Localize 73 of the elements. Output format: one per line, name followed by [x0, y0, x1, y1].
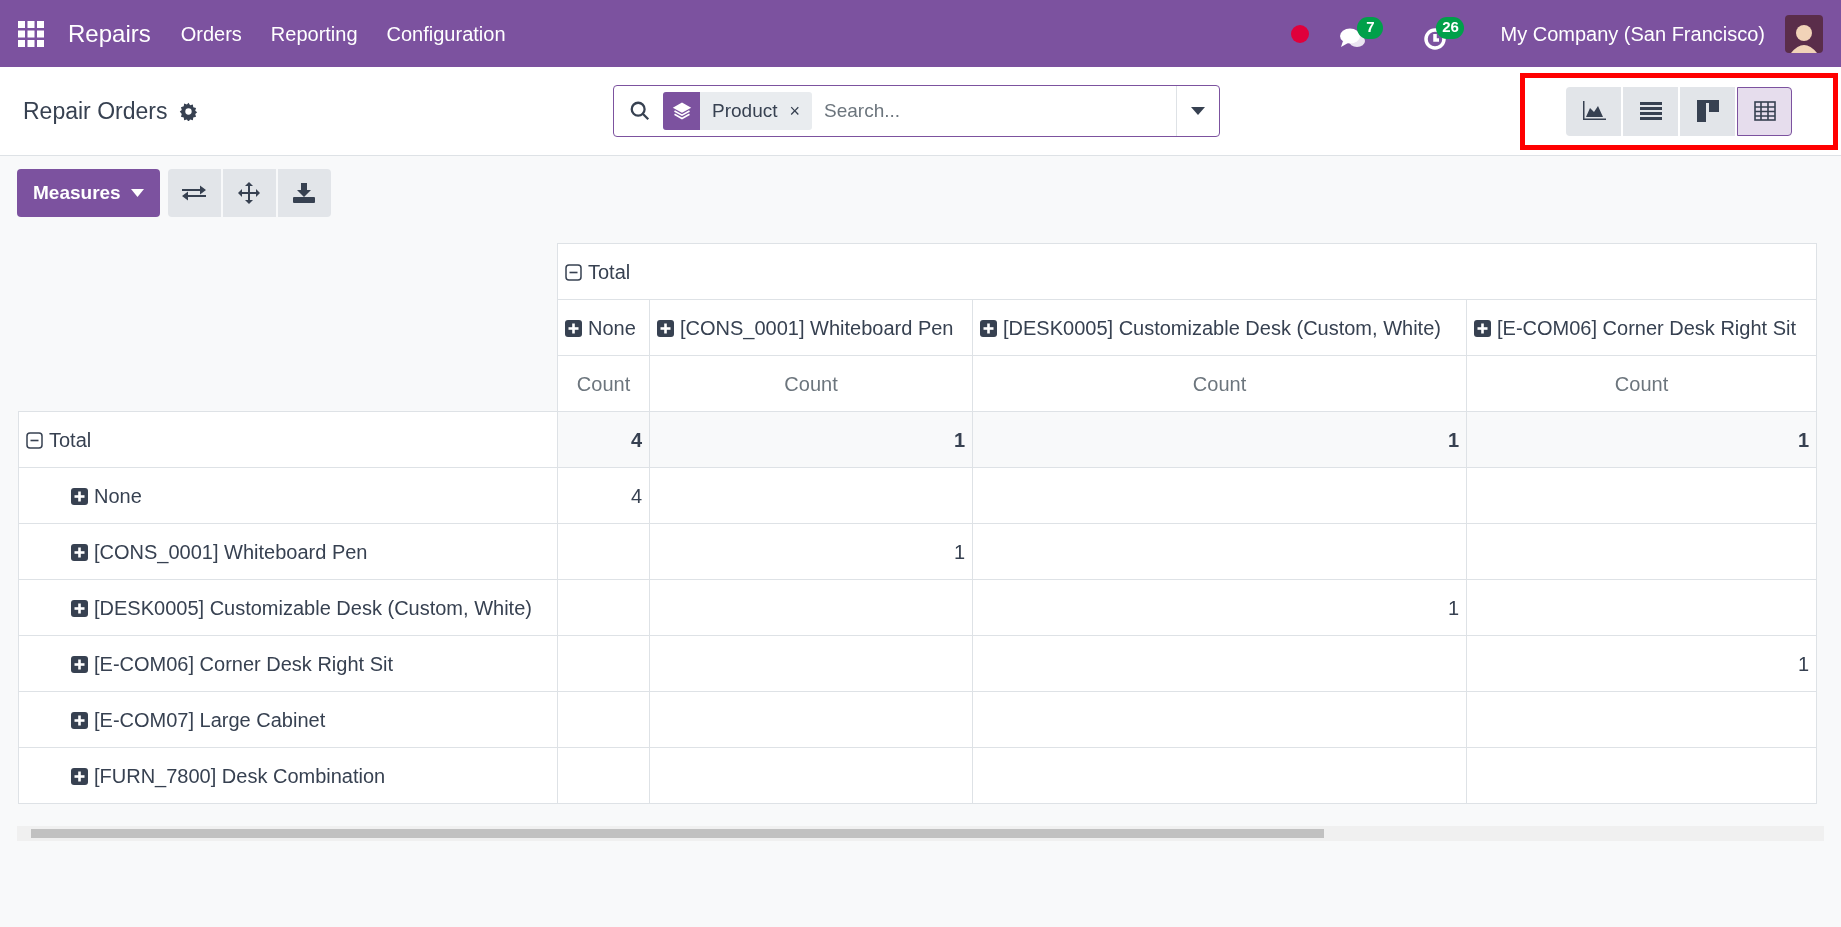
activity-count-badge: 26 [1436, 16, 1465, 39]
area-chart-icon [1581, 101, 1606, 121]
expand-all-button[interactable] [222, 169, 276, 217]
row-label: [E-COM06] Corner Desk Right Sit [94, 652, 393, 675]
pivot-view-button[interactable] [1737, 86, 1792, 136]
apps-menu-icon[interactable] [18, 20, 44, 47]
cell-value: 4 [557, 411, 650, 468]
measure-header: Count [1466, 355, 1817, 412]
measure-header: Count [557, 355, 650, 412]
cell-value: 1 [972, 411, 1467, 468]
cell-value: 1 [1466, 635, 1817, 692]
scrollbar-thumb[interactable] [31, 829, 1324, 838]
row-label: [FURN_7800] Desk Combination [94, 764, 386, 787]
column-header[interactable]: [E-COM06] Corner Desk Right Sit [1466, 299, 1817, 356]
search-icon[interactable] [629, 100, 651, 122]
row-label: [DESK0005] Customizable Desk (Custom, White) [94, 596, 532, 619]
search-input[interactable]: Search... [824, 96, 1176, 126]
row-label: [E-COM07] Large Cabinet [94, 708, 326, 731]
download-button[interactable] [277, 169, 331, 217]
measure-header: Count [972, 355, 1467, 412]
measures-button[interactable]: Measures [17, 169, 160, 217]
avatar[interactable] [1785, 14, 1823, 53]
cell-value: 4 [557, 467, 650, 524]
kanban-view-button[interactable] [1680, 86, 1735, 136]
page-title: Repair Orders [23, 96, 168, 126]
menu-item[interactable]: Orders [180, 18, 242, 49]
header-label: [DESK0005] Customizable Desk (Custom, White) [1003, 316, 1441, 339]
header-label: None [588, 316, 636, 339]
row-header[interactable]: Total [18, 411, 558, 468]
download-icon [293, 183, 316, 203]
search-bar[interactable]: Product × Search... [613, 85, 1220, 137]
row-label: Total [49, 428, 92, 451]
column-header[interactable]: [CONS_0001] Whiteboard Pen [649, 299, 973, 356]
graph-view-button[interactable] [1566, 86, 1621, 136]
remove-facet-button[interactable]: × [789, 97, 812, 125]
company-name[interactable]: My Company (San Francisco) [1500, 18, 1765, 49]
cell-value: 1 [649, 411, 973, 468]
row-header[interactable]: None [18, 467, 558, 524]
row-label: None [94, 484, 142, 507]
header-label: [CONS_0001] Whiteboard Pen [680, 316, 954, 339]
app-name[interactable]: Repairs [68, 15, 151, 52]
list-icon [1639, 102, 1662, 120]
message-count-badge: 7 [1357, 16, 1384, 39]
row-header[interactable]: [DESK0005] Customizable Desk (Custom, White) [18, 579, 558, 636]
facet-label: Product [711, 98, 779, 123]
row-header[interactable]: [E-COM06] Corner Desk Right Sit [18, 635, 558, 692]
header-label: Total [588, 260, 631, 283]
measure-header: Count [649, 355, 973, 412]
search-facet[interactable]: Product × [663, 92, 812, 130]
column-header[interactable]: None [557, 299, 650, 356]
swap-arrows-icon [182, 184, 207, 202]
horizontal-scrollbar[interactable] [17, 826, 1824, 841]
list-view-button[interactable] [1623, 86, 1678, 136]
row-label: [CONS_0001] Whiteboard Pen [94, 540, 368, 563]
caret-icon [130, 189, 144, 197]
menu-item[interactable]: Configuration [386, 18, 506, 49]
settings-icon[interactable] [179, 101, 199, 121]
cell-value: 1 [1466, 411, 1817, 468]
table-grid-icon [1753, 101, 1776, 121]
column-header[interactable]: Total [557, 243, 1817, 300]
caret-icon [1191, 107, 1205, 115]
column-header[interactable]: [DESK0005] Customizable Desk (Custom, White) [972, 299, 1467, 356]
layers-icon [663, 92, 700, 130]
cell-value: 1 [972, 579, 1467, 636]
row-header[interactable]: [FURN_7800] Desk Combination [18, 747, 558, 804]
move-arrows-icon [238, 182, 261, 204]
menu-item[interactable]: Reporting [270, 18, 358, 49]
flip-axis-button[interactable] [167, 169, 221, 217]
kanban-icon [1696, 100, 1719, 122]
cell-value: 1 [649, 523, 973, 580]
row-header[interactable]: [CONS_0001] Whiteboard Pen [18, 523, 558, 580]
row-header[interactable]: [E-COM07] Large Cabinet [18, 691, 558, 748]
header-label: [E-COM06] Corner Desk Right Sit [1497, 316, 1796, 339]
